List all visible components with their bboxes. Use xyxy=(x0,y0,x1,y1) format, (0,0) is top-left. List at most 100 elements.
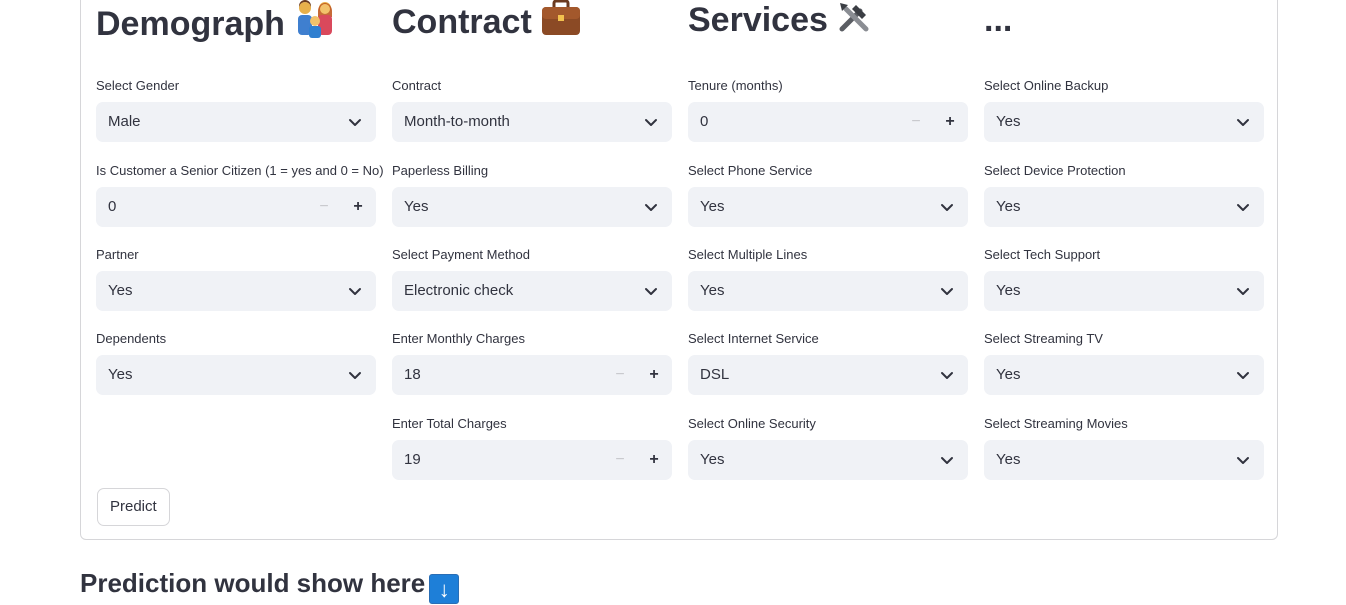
input-form: Predict Demograph Select Gender Male Is Cus… xyxy=(80,0,1278,540)
field-label: Select Online Backup xyxy=(984,78,1109,93)
chevron-down-icon[interactable] xyxy=(348,368,362,382)
chevron-down-icon[interactable] xyxy=(1236,115,1250,129)
selected-value: Yes xyxy=(996,198,1021,215)
field-label: Select Gender xyxy=(96,78,180,93)
increment-button[interactable]: + xyxy=(350,197,366,217)
field-label: Select Tech Support xyxy=(984,247,1101,262)
dropdown-select[interactable]: Yes xyxy=(96,355,376,395)
selected-value: Yes xyxy=(700,282,725,299)
field-label: Select Online Security xyxy=(688,416,816,431)
dropdown-select[interactable]: Male xyxy=(96,102,376,142)
field-label: Select Device Protection xyxy=(984,163,1126,178)
increment-button[interactable]: + xyxy=(646,450,662,470)
number-input[interactable]: 19 − + xyxy=(392,440,672,480)
column-title-text: Services xyxy=(688,1,828,39)
decrement-button[interactable]: − xyxy=(612,450,628,470)
select-field: Dependents Yes xyxy=(96,331,376,395)
dropdown-select[interactable]: Yes xyxy=(688,440,968,480)
chevron-down-icon[interactable] xyxy=(644,115,658,129)
field-label: Contract xyxy=(392,78,442,93)
field-label: Tenure (months) xyxy=(688,78,783,93)
select-field: Partner Yes xyxy=(96,247,376,311)
dropdown-select[interactable]: Month-to-month xyxy=(392,102,672,142)
predict-button[interactable]: Predict xyxy=(97,488,170,526)
dropdown-select[interactable]: DSL xyxy=(688,355,968,395)
dropdown-select[interactable]: Yes xyxy=(984,102,1264,142)
select-field: Select Online Security Yes xyxy=(688,416,968,480)
prediction-heading-text: Prediction would show here xyxy=(80,568,426,598)
number-input[interactable]: 18 − + xyxy=(392,355,672,395)
selected-value: Male xyxy=(108,113,141,130)
dropdown-select[interactable]: Yes xyxy=(688,271,968,311)
selected-value: DSL xyxy=(700,366,730,383)
dropdown-select[interactable]: Yes xyxy=(984,355,1264,395)
field-label: Paperless Billing xyxy=(392,163,489,178)
selected-value: Yes xyxy=(700,451,725,468)
chevron-down-icon[interactable] xyxy=(940,453,954,467)
selected-value: Yes xyxy=(108,366,133,383)
select-field: Select Streaming Movies Yes xyxy=(984,416,1264,480)
dropdown-select[interactable]: Yes xyxy=(984,187,1264,227)
chevron-down-icon[interactable] xyxy=(1236,368,1250,382)
selected-value: Yes xyxy=(996,282,1021,299)
column-title-text: Demograph xyxy=(96,5,285,43)
selected-value: Electronic check xyxy=(404,282,514,299)
column-title: Contract xyxy=(392,0,582,41)
column-title: ... xyxy=(984,0,1012,41)
briefcase-icon xyxy=(540,0,582,47)
chevron-down-icon[interactable] xyxy=(644,284,658,298)
prediction-heading: Prediction would show here ↓ xyxy=(80,566,460,604)
column-title: Services xyxy=(688,0,872,41)
field-label: Select Multiple Lines xyxy=(688,247,808,262)
field-label: Is Customer a Senior Citizen (1 = yes an… xyxy=(96,163,384,178)
column-title-text: Contract xyxy=(392,3,532,41)
number-field: Enter Total Charges 19 − + xyxy=(392,416,672,480)
dropdown-select[interactable]: Yes xyxy=(392,187,672,227)
field-label: Enter Total Charges xyxy=(392,416,507,431)
selected-value: Yes xyxy=(996,113,1021,130)
chevron-down-icon[interactable] xyxy=(348,284,362,298)
number-input[interactable]: 0 − + xyxy=(688,102,968,142)
dropdown-select[interactable]: Yes xyxy=(96,271,376,311)
selected-value: Yes xyxy=(404,198,429,215)
chevron-down-icon[interactable] xyxy=(644,200,658,214)
number-input[interactable]: 0 − + xyxy=(96,187,376,227)
field-label: Dependents xyxy=(96,331,167,346)
column-title: Demograph xyxy=(96,0,337,43)
chevron-down-icon[interactable] xyxy=(940,368,954,382)
select-field: Select Internet Service DSL xyxy=(688,331,968,395)
dropdown-select[interactable]: Yes xyxy=(688,187,968,227)
decrement-button[interactable]: − xyxy=(316,197,332,217)
chevron-down-icon[interactable] xyxy=(348,115,362,129)
select-field: Select Payment Method Electronic check xyxy=(392,247,672,311)
input-value: 18 xyxy=(404,366,421,383)
decrement-button[interactable]: − xyxy=(612,365,628,385)
field-label: Select Phone Service xyxy=(688,163,813,178)
number-field: Is Customer a Senior Citizen (1 = yes an… xyxy=(96,163,384,227)
selected-value: Yes xyxy=(108,282,133,299)
increment-button[interactable]: + xyxy=(942,112,958,132)
select-field: Select Multiple Lines Yes xyxy=(688,247,968,311)
chevron-down-icon[interactable] xyxy=(940,284,954,298)
selected-value: Month-to-month xyxy=(404,113,510,130)
chevron-down-icon[interactable] xyxy=(1236,200,1250,214)
field-label: Select Streaming TV xyxy=(984,331,1103,346)
chevron-down-icon[interactable] xyxy=(1236,453,1250,467)
select-field: Contract Month-to-month xyxy=(392,78,672,142)
select-field: Select Gender Male xyxy=(96,78,376,142)
dropdown-select[interactable]: Yes xyxy=(984,440,1264,480)
arrow-down-icon: ↓ xyxy=(429,574,460,604)
chevron-down-icon[interactable] xyxy=(940,200,954,214)
field-label: Select Payment Method xyxy=(392,247,531,262)
dropdown-select[interactable]: Electronic check xyxy=(392,271,672,311)
chevron-down-icon[interactable] xyxy=(1236,284,1250,298)
decrement-button[interactable]: − xyxy=(908,112,924,132)
dropdown-select[interactable]: Yes xyxy=(984,271,1264,311)
column-title-text: ... xyxy=(984,1,1013,39)
increment-button[interactable]: + xyxy=(646,365,662,385)
selected-value: Yes xyxy=(996,366,1021,383)
input-value: 19 xyxy=(404,451,421,468)
number-field: Tenure (months) 0 − + xyxy=(688,78,968,142)
tools-icon xyxy=(836,0,872,45)
field-label: Enter Monthly Charges xyxy=(392,331,525,346)
